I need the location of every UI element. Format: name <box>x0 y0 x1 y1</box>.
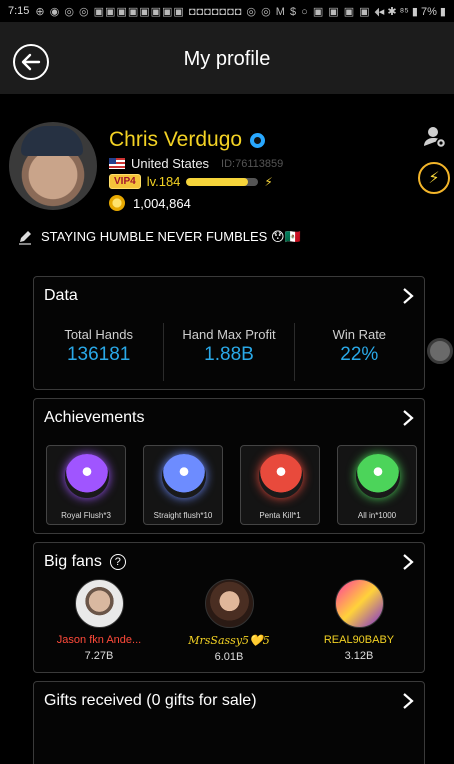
profile-settings-button[interactable] <box>422 125 448 149</box>
coin-icon <box>109 195 125 211</box>
chevron-right-icon <box>403 554 414 570</box>
user-settings-icon <box>424 127 447 149</box>
floating-assistive-button[interactable] <box>427 338 453 364</box>
fans-list: Jason fkn Ande... 7.27B MrsSassy5💛5 6.01… <box>34 579 424 663</box>
bio-row[interactable]: STAYING HUMBLE NEVER FUMBLES 😯🇲🇽 <box>17 229 301 245</box>
gifts-card-title: Gifts received (0 gifts for sale) <box>44 692 257 709</box>
stat-label: Hand Max Profit <box>182 327 276 342</box>
achievement-label: Straight flush*10 <box>153 511 213 520</box>
fan-score: 3.12B <box>344 650 374 662</box>
country-row: United States ID:76113859 <box>109 156 283 171</box>
level-row: VIP4 lv.184 ⚡ <box>109 174 273 189</box>
achievement-label: All in*1000 <box>357 511 397 520</box>
straight-flush-badge-icon <box>162 454 206 498</box>
fan-item[interactable]: REAL90BABY 3.12B <box>294 579 424 663</box>
penta-kill-badge-icon <box>259 454 303 498</box>
achievement-royal-flush[interactable]: Royal Flush*3 <box>46 445 126 525</box>
big-fans-title: Big fans <box>44 553 102 570</box>
fan-item[interactable]: Jason fkn Ande... 7.27B <box>34 579 164 663</box>
app-bar: My profile <box>0 22 454 94</box>
chevron-right-icon <box>403 693 414 709</box>
system-indicators: ◂ ✱ ⁸⁵ ▮ 7% ▮ <box>378 5 446 18</box>
boost-button[interactable]: ⚡ <box>418 162 450 194</box>
us-flag-icon <box>109 158 125 169</box>
edit-pen-icon <box>19 231 31 245</box>
profile-name: Chris Verdugo <box>109 128 243 151</box>
achievement-label: Royal Flush*3 <box>61 511 111 520</box>
achievement-label: Penta Kill*1 <box>259 511 301 520</box>
fan-avatar <box>74 579 124 628</box>
achievement-straight-flush[interactable]: Straight flush*10 <box>143 445 223 525</box>
achievement-penta-kill[interactable]: Penta Kill*1 <box>240 445 320 525</box>
stat-value: 22% <box>340 344 379 365</box>
stat-total-hands: Total Hands 136181 <box>34 323 165 381</box>
coins-row: 1,004,864 <box>109 195 191 211</box>
verified-badge-icon <box>250 132 266 148</box>
gifts-received-card[interactable]: Gifts received (0 gifts for sale) <box>33 681 425 764</box>
chevron-right-icon <box>403 288 414 304</box>
fan-name: Jason fkn Ande... <box>56 634 142 646</box>
stat-label: Win Rate <box>332 327 387 342</box>
fan-avatar <box>334 579 384 628</box>
profile-avatar[interactable] <box>9 122 97 210</box>
stat-hand-max-profit: Hand Max Profit 1.88B <box>164 323 295 381</box>
level-label: lv.184 <box>146 174 181 189</box>
country-name: United States <box>131 156 210 171</box>
notification-icons: ⊕ ◉ ◎ ◎ ▣▣▣▣▣▣▣▣ ◘◘◘◘◘◘◘ ◎ ◎ M $ ○ ▣ ▣ ▣… <box>35 5 379 18</box>
fan-name: MrsSassy5💛5 <box>188 634 270 647</box>
big-fans-title-row: Big fans ? <box>44 553 126 571</box>
stats-row: Total Hands 136181 Hand Max Profit 1.88B… <box>34 323 424 381</box>
page-title: My profile <box>183 48 271 70</box>
fan-name: REAL90BABY <box>323 634 395 646</box>
user-id: ID:76113859 <box>221 157 284 170</box>
achievements-card-title: Achievements <box>44 409 145 426</box>
bio-text: STAYING HUMBLE NEVER FUMBLES 😯🇲🇽 <box>41 229 301 244</box>
vip-badge[interactable]: VIP4 <box>109 174 141 189</box>
level-progress-fill <box>186 177 249 186</box>
stat-value: 1.88B <box>204 344 254 365</box>
achievements-card[interactable]: Achievements Royal Flush*3 Straight flus… <box>33 398 425 534</box>
stat-label: Total Hands <box>64 327 133 342</box>
profile-name-row: Chris Verdugo <box>109 128 266 152</box>
status-time: 7:15 <box>8 5 30 17</box>
chevron-right-icon <box>403 410 414 426</box>
fan-item[interactable]: MrsSassy5💛5 6.01B <box>164 579 294 663</box>
achievements-grid: Royal Flush*3 Straight flush*10 Penta Ki… <box>46 445 417 525</box>
fan-score: 6.01B <box>214 651 244 663</box>
royal-flush-badge-icon <box>65 454 109 498</box>
fan-score: 7.27B <box>84 650 114 662</box>
coin-balance: 1,004,864 <box>133 195 191 211</box>
stat-win-rate: Win Rate 22% <box>295 323 424 381</box>
all-in-badge-icon <box>356 454 400 498</box>
big-fans-card[interactable]: Big fans ? Jason fkn Ande... 7.27B MrsSa… <box>33 542 425 673</box>
bolt-icon: ⚡ <box>264 174 273 189</box>
data-card-title: Data <box>44 287 78 304</box>
fan-avatar <box>204 579 254 628</box>
status-bar: 7:15 ⊕ ◉ ◎ ◎ ▣▣▣▣▣▣▣▣ ◘◘◘◘◘◘◘ ◎ ◎ M $ ○ … <box>0 0 454 22</box>
help-icon[interactable]: ? <box>109 554 126 570</box>
achievement-all-in[interactable]: All in*1000 <box>337 445 417 525</box>
stat-value: 136181 <box>66 344 131 365</box>
data-card[interactable]: Data Total Hands 136181 Hand Max Profit … <box>33 276 425 390</box>
lightning-icon: ⚡ <box>428 170 440 187</box>
level-progress-bar <box>186 177 259 186</box>
